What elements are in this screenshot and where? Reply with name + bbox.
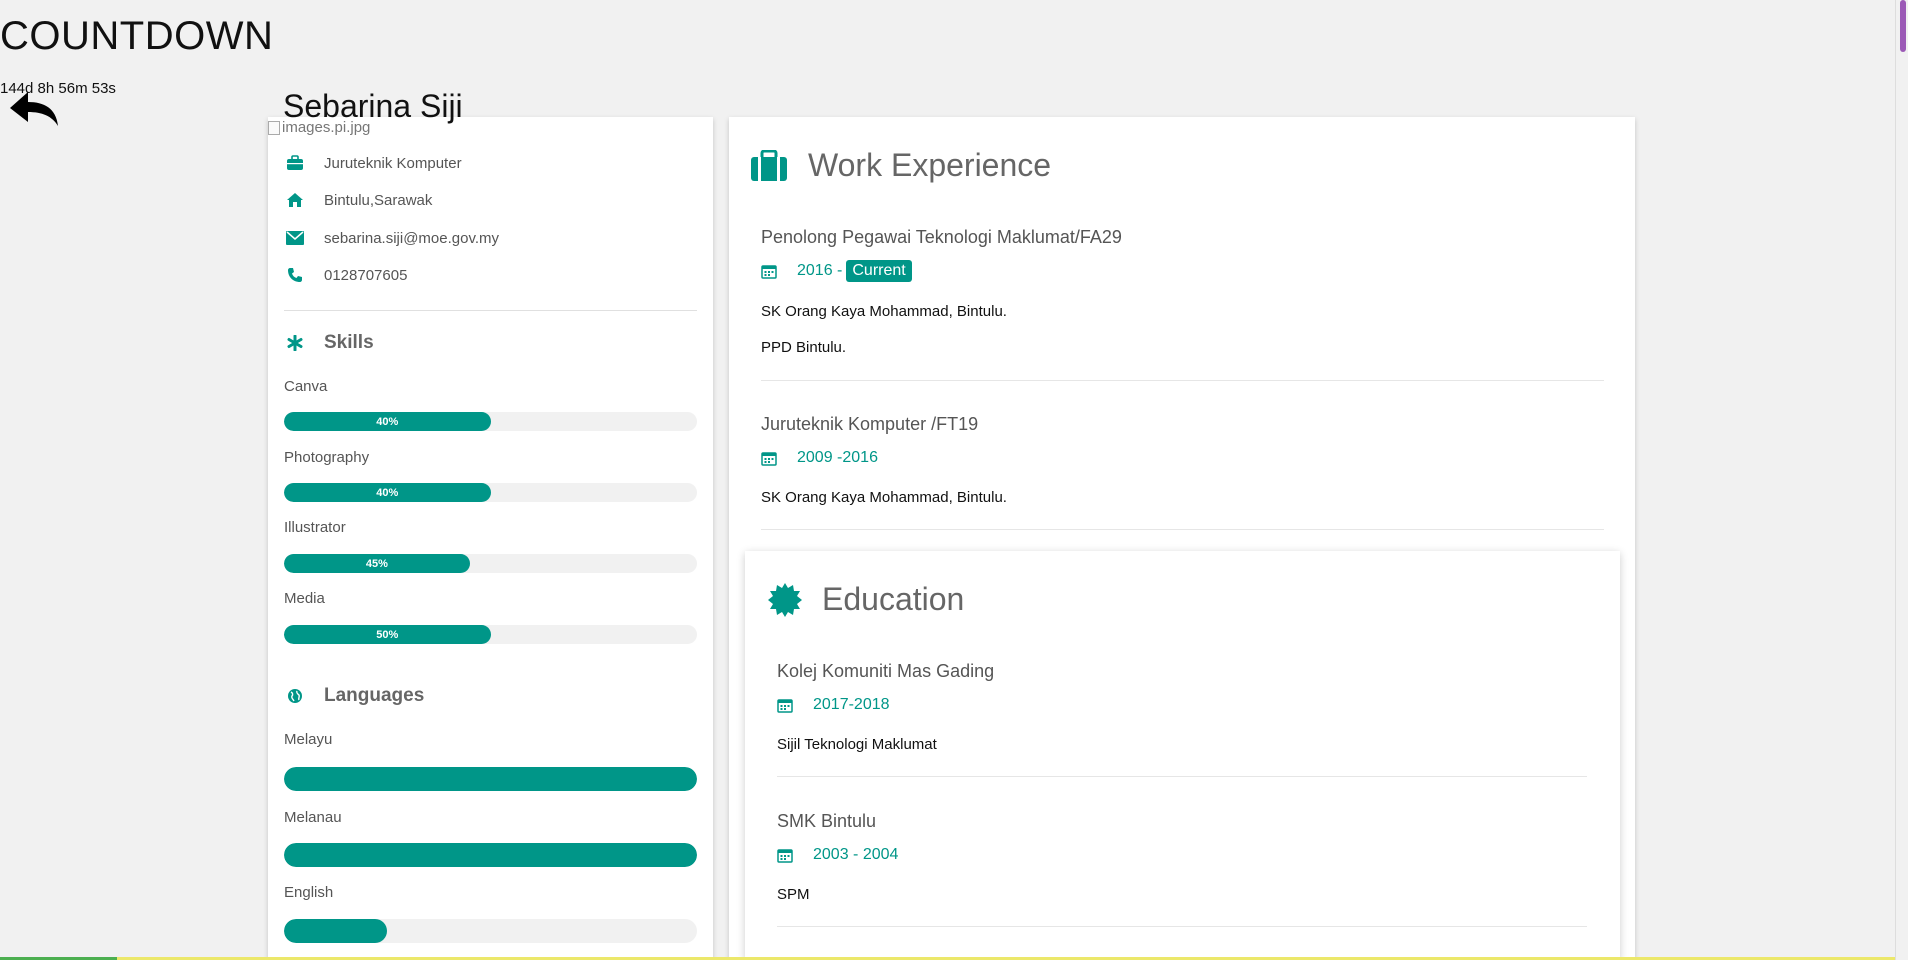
- education-entry-date: 2017-2018: [777, 696, 890, 714]
- languages-heading: Languages: [284, 685, 424, 707]
- entry-divider: [777, 776, 1587, 777]
- education-entry-title: Kolej Komuniti Mas Gading: [777, 661, 995, 681]
- language-label: Melayu: [284, 731, 333, 748]
- back-arrow-icon[interactable]: [8, 90, 60, 128]
- calendar-icon: [777, 847, 795, 863]
- briefcase-icon: [284, 154, 306, 172]
- education-entry-title: SMK Bintulu: [777, 811, 877, 831]
- entry-divider: [777, 926, 1587, 927]
- skill-label: Media: [284, 590, 325, 607]
- broken-image-icon: [268, 120, 280, 135]
- info-phone-text: 0128707605: [324, 266, 408, 284]
- info-email: sebarina.siji@moe.gov.my: [284, 229, 499, 247]
- work-entry-line: SK Orang Kaya Mohammad, Bintulu.: [761, 489, 1007, 506]
- countdown-title: COUNTDOWN: [0, 14, 274, 58]
- info-job: Juruteknik Komputer: [284, 154, 462, 172]
- asterisk-icon: [284, 335, 306, 351]
- suitcase-icon: [750, 149, 788, 182]
- scrollbar-thumb[interactable]: [1900, 0, 1906, 52]
- work-entry-date-text: 2009 -2016: [797, 449, 878, 466]
- work-entry-title: Penolong Pegawai Teknologi Maklumat/FA29: [761, 227, 1122, 247]
- skill-bar-track: 45%: [284, 554, 697, 573]
- education-entry-line: SPM: [777, 886, 810, 903]
- profile-name: Sebarina Siji: [283, 88, 463, 124]
- phone-icon: [284, 266, 306, 284]
- work-entry-title: Juruteknik Komputer /FT19: [761, 414, 979, 434]
- info-location-text: Bintulu,Sarawak: [324, 191, 433, 209]
- globe-icon: [284, 688, 306, 704]
- calendar-icon: [761, 450, 779, 466]
- skill-bar-track: 40%: [284, 483, 697, 502]
- skill-label: Canva: [284, 378, 328, 395]
- language-bar-fill: [284, 843, 697, 867]
- language-label: Melanau: [284, 809, 342, 826]
- home-icon: [284, 191, 306, 209]
- skill-bar-fill: 40%: [284, 412, 491, 431]
- info-job-text: Juruteknik Komputer: [324, 154, 462, 172]
- languages-heading-text: Languages: [324, 685, 425, 706]
- skill-bar-fill: 50%: [284, 625, 491, 644]
- profile-card: images.pi.jpg Juruteknik Komputer Bintul…: [268, 117, 713, 960]
- education-entry-date-text: 2003 - 2004: [813, 846, 899, 863]
- education-card: Education Kolej Komuniti Mas Gading 2017…: [745, 551, 1620, 960]
- divider: [284, 310, 697, 311]
- language-bar-fill: [284, 919, 388, 943]
- skill-bar-track: 50%: [284, 625, 697, 644]
- education-heading-text: Education: [822, 581, 965, 617]
- work-heading: Work Experience: [750, 147, 1051, 184]
- info-location: Bintulu,Sarawak: [284, 191, 432, 209]
- scrollbar[interactable]: [1895, 0, 1908, 960]
- skill-label: Illustrator: [284, 519, 346, 536]
- language-bar-track: [284, 919, 697, 943]
- skill-bar-track: 40%: [284, 412, 697, 431]
- language-bar-fill: [284, 767, 697, 791]
- work-entry-date: 2009 -2016: [761, 449, 878, 467]
- education-entry-line: Sijil Teknologi Maklumat: [777, 736, 937, 753]
- skills-heading: Skills: [284, 332, 374, 354]
- info-email-text: sebarina.siji@moe.gov.my: [324, 229, 500, 247]
- skills-heading-text: Skills: [324, 332, 374, 353]
- work-heading-text: Work Experience: [808, 147, 1052, 183]
- language-bar-track: [284, 767, 697, 791]
- language-label: English: [284, 884, 334, 901]
- current-badge: Current: [846, 260, 912, 282]
- calendar-icon: [777, 697, 795, 713]
- entry-divider: [761, 380, 1604, 381]
- envelope-icon: [284, 229, 306, 247]
- education-entry-date-text: 2017-2018: [813, 696, 890, 713]
- skill-bar-fill: 45%: [284, 554, 470, 573]
- work-entry-date: 2016 - Current: [761, 260, 912, 282]
- work-entry-date-text: 2016 -: [797, 262, 843, 279]
- education-entry-date: 2003 - 2004: [777, 846, 898, 864]
- education-heading: Education: [768, 581, 964, 618]
- skill-bar-fill: 40%: [284, 483, 491, 502]
- info-phone: 0128707605: [284, 266, 407, 284]
- language-bar-track: [284, 843, 697, 867]
- skill-label: Photography: [284, 449, 370, 466]
- certificate-icon: [768, 582, 802, 617]
- work-entry-line: PPD Bintulu.: [761, 339, 847, 356]
- work-entry-line: SK Orang Kaya Mohammad, Bintulu.: [761, 303, 1007, 320]
- calendar-icon: [761, 263, 779, 279]
- entry-divider: [761, 529, 1604, 530]
